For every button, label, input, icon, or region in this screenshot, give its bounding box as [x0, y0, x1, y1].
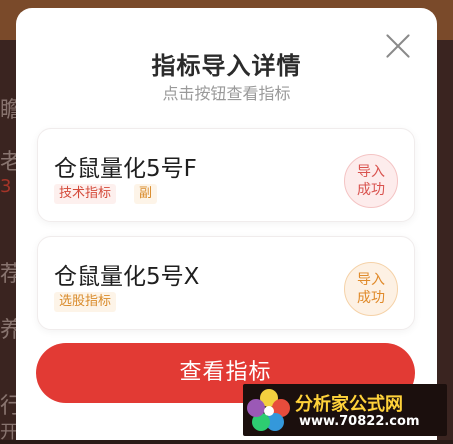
- indicator-card[interactable]: 仓鼠量化5号F 技术指标 副 导入 成功: [37, 128, 415, 222]
- indicator-sub-tag: 副: [134, 184, 158, 204]
- indicator-name: 仓鼠量化5号X: [54, 264, 200, 290]
- indicator-card[interactable]: 仓鼠量化5号X 选股指标 导入 成功: [37, 236, 415, 330]
- close-icon[interactable]: [384, 32, 412, 60]
- badge-line-2: 成功: [357, 182, 385, 198]
- indicator-type-tag: 技术指标: [54, 184, 117, 204]
- badge-line-1: 导入: [357, 164, 385, 180]
- import-success-badge: 导入 成功: [344, 154, 398, 208]
- watermark: 分析家公式网 www.70822.com: [243, 384, 447, 436]
- watermark-url: www.70822.com: [299, 414, 420, 429]
- background-text: 3: [0, 176, 12, 197]
- indicator-import-dialog: 指标导入详情 点击按钮查看指标 仓鼠量化5号F 技术指标 副 导入 成功 仓鼠量…: [16, 8, 437, 440]
- dialog-subtitle: 点击按钮查看指标: [162, 84, 291, 103]
- indicator-name: 仓鼠量化5号F: [54, 156, 197, 182]
- watermark-text: 分析家公式网: [295, 394, 403, 415]
- pinwheel-logo-icon: [247, 389, 290, 431]
- dialog-title: 指标导入详情: [151, 52, 302, 80]
- indicator-type-tag: 选股指标: [54, 292, 117, 312]
- badge-line-1: 导入: [357, 272, 385, 288]
- import-success-badge: 导入 成功: [344, 262, 398, 316]
- badge-line-2: 成功: [357, 290, 385, 306]
